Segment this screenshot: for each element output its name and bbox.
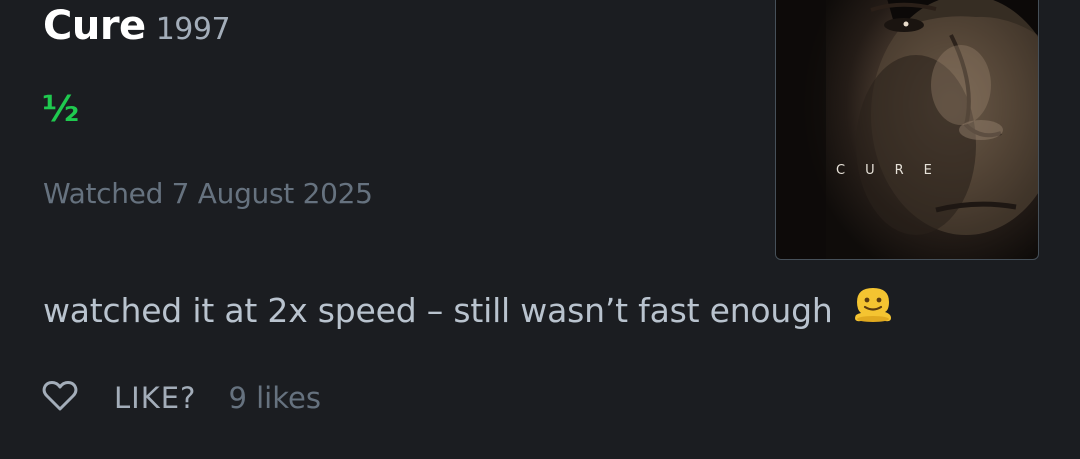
- likes-count[interactable]: 9 likes: [228, 381, 321, 415]
- review-page: Cure 1997 ½ Watched 7 August 2025 CURE w…: [0, 0, 1080, 459]
- watched-date: Watched 7 August 2025: [43, 177, 373, 210]
- film-year[interactable]: 1997: [156, 12, 231, 47]
- film-title[interactable]: Cure: [43, 0, 146, 52]
- review-body: watched it at 2x speed – still wasn’t fa…: [43, 287, 895, 336]
- like-button[interactable]: LIKE?: [114, 381, 196, 415]
- film-header: Cure 1997: [43, 0, 231, 52]
- star-rating: ½: [42, 89, 80, 130]
- like-actions: LIKE? 9 likes: [42, 380, 321, 416]
- poster-title-text: CURE: [836, 163, 952, 178]
- review-text: watched it at 2x speed – still wasn’t fa…: [43, 291, 833, 330]
- film-poster[interactable]: CURE: [775, 0, 1039, 260]
- poster-face-illustration: [776, 0, 1038, 259]
- heart-icon[interactable]: [42, 380, 78, 416]
- melting-face-emoji-icon: [851, 284, 895, 336]
